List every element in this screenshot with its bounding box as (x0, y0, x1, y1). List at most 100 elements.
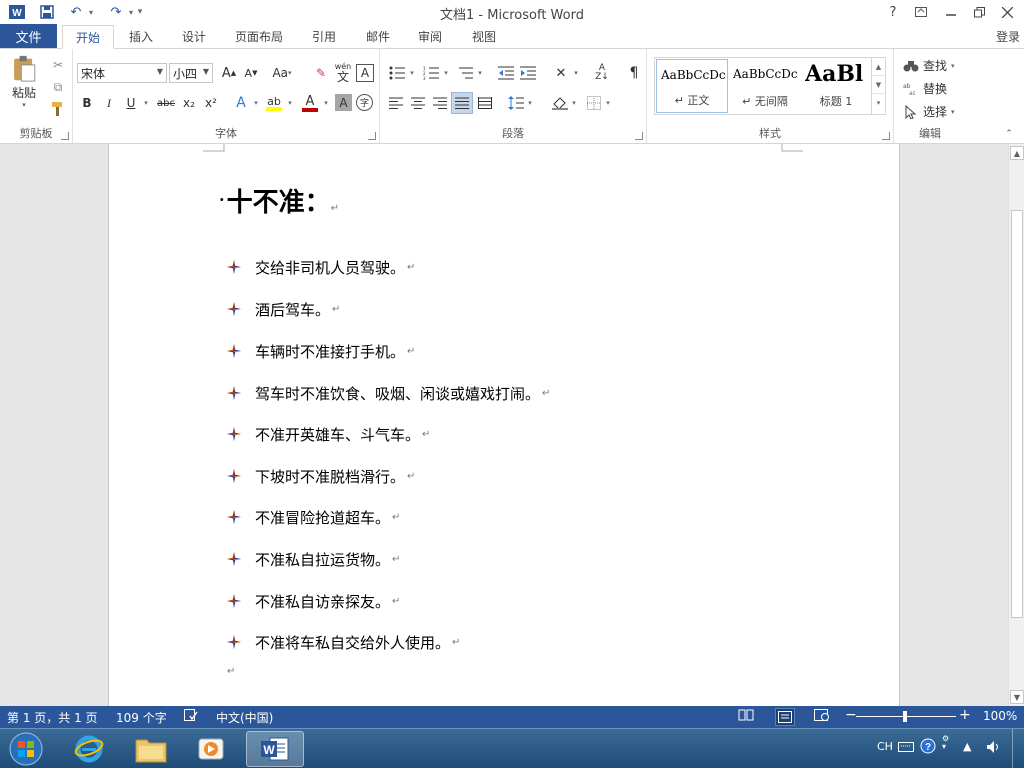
vertical-scrollbar[interactable]: ▲ ▼ (1008, 144, 1024, 706)
document-heading[interactable]: ·十不准：↵ (219, 182, 339, 219)
scroll-up-icon[interactable]: ▲ (1010, 146, 1024, 160)
multilevel-dropdown-icon[interactable]: ▾ (476, 63, 484, 83)
scroll-thumb[interactable] (1011, 210, 1023, 618)
document-page[interactable]: ·十不准：↵ 交给非司机人员驾驶。 ↵ 酒后驾车。 ↵ 车辆时不准接打手机。 ↵ 驾车时不准… (108, 144, 900, 706)
clipboard-launcher-icon[interactable] (61, 132, 69, 140)
font-size-combo[interactable]: 小四 ▼ (169, 63, 213, 83)
phonetic-guide-button[interactable]: wén 文 (333, 61, 353, 85)
list-item[interactable]: 驾车时不准饮食、吸烟、闲谈或嬉戏打闹。 ↵ (227, 382, 550, 404)
align-center-icon[interactable] (408, 93, 428, 113)
ime-settings-icon[interactable]: ⚙ ▾ (942, 735, 949, 751)
text-effects-dropdown-icon[interactable]: ▾ (251, 93, 261, 113)
italic-button[interactable]: I (99, 93, 119, 113)
close-button[interactable] (996, 2, 1018, 22)
borders-icon[interactable] (584, 93, 604, 113)
list-item[interactable]: 下坡时不准脱档滑行。 ↵ (227, 465, 415, 487)
line-spacing-icon[interactable] (506, 93, 526, 113)
multilevel-list-icon[interactable] (454, 63, 476, 83)
numbering-icon[interactable]: 123 (420, 63, 442, 83)
highlight-dropdown-icon[interactable]: ▾ (285, 93, 295, 113)
subscript-button[interactable]: x₂ (179, 93, 199, 113)
list-item[interactable]: 酒后驾车。 ↵ (227, 298, 340, 320)
justify-icon[interactable] (451, 92, 473, 114)
word-count[interactable]: 109 个字 (116, 709, 167, 726)
style-normal[interactable]: AaBbCcDc ↵ 正文 (656, 59, 728, 113)
format-painter-icon[interactable] (48, 99, 68, 119)
word-taskbar-icon[interactable]: W (246, 731, 304, 767)
print-layout-icon[interactable] (775, 708, 795, 726)
ribbon-display-options-icon[interactable] (910, 2, 932, 22)
character-shading-button[interactable]: A (335, 94, 352, 111)
bold-button[interactable]: B (77, 93, 97, 113)
media-player-icon[interactable] (184, 731, 238, 767)
font-color-dropdown-icon[interactable]: ▾ (321, 93, 331, 113)
cut-icon[interactable]: ✂ (48, 55, 68, 75)
shading-icon[interactable] (550, 93, 570, 113)
scroll-down-icon[interactable]: ▼ (1010, 690, 1024, 704)
list-item[interactable]: 不准开英雄车、斗气车。 ↵ (227, 423, 430, 445)
text-effects-button[interactable]: A (231, 93, 251, 113)
line-spacing-dropdown-icon[interactable]: ▾ (526, 93, 534, 113)
tab-review[interactable]: 审阅 (408, 24, 452, 48)
collapse-ribbon-icon[interactable]: ⌃ (1002, 127, 1016, 141)
align-right-icon[interactable] (430, 93, 450, 113)
list-item[interactable]: 不准冒险抢道超车。 ↵ (227, 506, 400, 528)
strikethrough-button[interactable]: abc (155, 93, 177, 113)
underline-dropdown-icon[interactable]: ▾ (141, 93, 151, 113)
tab-mailings[interactable]: 邮件 (356, 24, 400, 48)
help-button[interactable]: ? (882, 2, 904, 22)
list-item[interactable]: 交给非司机人员驾驶。 ↵ (227, 256, 415, 278)
copy-icon[interactable]: ⧉ (48, 77, 68, 97)
shading-dropdown-icon[interactable]: ▾ (570, 93, 578, 113)
styles-launcher-icon[interactable] (882, 132, 890, 140)
tray-expand-icon[interactable]: ▲ (963, 740, 971, 753)
show-marks-button[interactable]: ¶ (624, 63, 644, 83)
numbering-dropdown-icon[interactable]: ▾ (442, 63, 450, 83)
find-button[interactable]: 查找 ▾ (903, 57, 955, 74)
tab-home[interactable]: 开始 (62, 25, 114, 49)
read-mode-icon[interactable] (738, 709, 754, 724)
character-border-button[interactable]: A (356, 64, 374, 82)
list-item[interactable]: 不准私自访亲探友。 ↵ (227, 590, 400, 612)
clear-formatting-icon[interactable]: ✎ (311, 63, 331, 83)
select-button[interactable]: 选择 ▾ (903, 103, 955, 120)
input-language[interactable]: CH (877, 740, 893, 753)
start-orb-icon[interactable] (0, 731, 52, 767)
gallery-down-icon[interactable]: ▼ (872, 76, 885, 94)
tab-page-layout[interactable]: 页面布局 (226, 24, 292, 48)
borders-dropdown-icon[interactable]: ▾ (604, 93, 612, 113)
file-explorer-icon[interactable] (124, 731, 178, 767)
decrease-indent-icon[interactable] (496, 63, 516, 83)
font-launcher-icon[interactable] (368, 132, 376, 140)
help-tray-icon[interactable]: ? (920, 738, 936, 757)
paragraph-launcher-icon[interactable] (635, 132, 643, 140)
grow-font-button[interactable]: A ▲ (219, 63, 239, 83)
shrink-font-button[interactable]: A ▼ (241, 63, 261, 83)
proofing-icon[interactable] (184, 709, 198, 724)
chinese-layout-icon[interactable]: ✕ (550, 63, 572, 83)
font-color-button[interactable]: A (299, 93, 321, 113)
gallery-more-icon[interactable]: ▾ (872, 94, 885, 112)
paste-button[interactable]: 粘贴 ▾ (6, 55, 42, 109)
tab-view[interactable]: 视图 (462, 24, 506, 48)
align-left-icon[interactable] (386, 93, 406, 113)
increase-indent-icon[interactable] (518, 63, 538, 83)
gallery-up-icon[interactable]: ▲ (872, 58, 885, 76)
tab-references[interactable]: 引用 (302, 24, 346, 48)
list-item[interactable]: 车辆时不准接打手机。 ↵ (227, 340, 415, 362)
tab-file[interactable]: 文件 (0, 24, 57, 48)
change-case-button[interactable]: Aa ▾ (267, 63, 297, 83)
restore-button[interactable] (968, 2, 990, 22)
bullets-icon[interactable] (386, 63, 408, 83)
zoom-out-button[interactable]: − (845, 707, 857, 723)
superscript-button[interactable]: x² (201, 93, 221, 113)
bullets-dropdown-icon[interactable]: ▾ (408, 63, 416, 83)
distributed-icon[interactable] (475, 93, 495, 113)
internet-explorer-icon[interactable] (62, 731, 116, 767)
underline-button[interactable]: U (121, 93, 141, 113)
sort-button[interactable]: A Z↓ (592, 62, 612, 84)
font-name-combo[interactable]: 宋体 ▼ (77, 63, 167, 83)
web-layout-icon[interactable] (814, 709, 830, 724)
speaker-icon[interactable] (986, 740, 1002, 757)
chinese-layout-dropdown-icon[interactable]: ▾ (572, 63, 580, 83)
